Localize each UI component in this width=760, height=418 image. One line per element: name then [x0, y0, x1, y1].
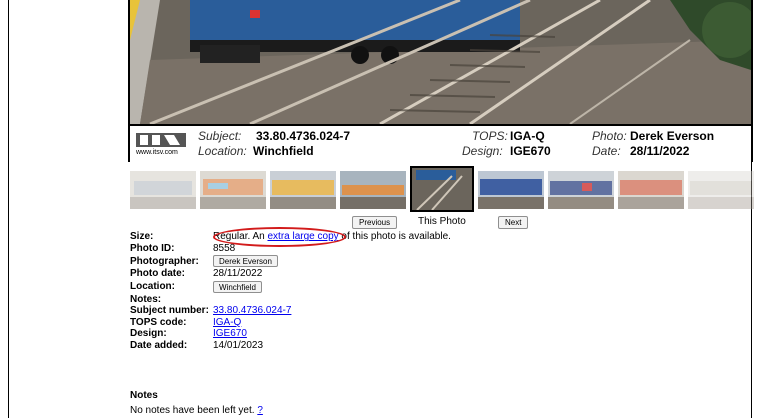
previous-button[interactable]: Previous: [352, 216, 398, 229]
design-row: Design: IGE670: [130, 328, 451, 340]
date-added-label: Date added:: [130, 339, 188, 351]
design-label: Design:: [130, 328, 167, 340]
location-button[interactable]: Winchfield: [213, 280, 262, 293]
this-photo-label: This Photo: [418, 216, 466, 227]
photo-id-label: Photo ID:: [130, 242, 175, 254]
notes-row: Notes:: [130, 294, 451, 306]
thumbnail[interactable]: [340, 171, 406, 209]
tops-code-row: TOPS code: IGA-Q: [130, 317, 451, 329]
notes-text: No notes have been left yet. ?: [130, 405, 263, 416]
size-text-post: of this photo is available.: [338, 231, 451, 243]
notes-value: [213, 294, 451, 306]
subject-number-link[interactable]: 33.80.4736.024-7: [213, 305, 291, 316]
location-value: Winchfield: [253, 144, 314, 158]
date-label: Date:: [592, 144, 621, 158]
itsv-logo[interactable]: www.itsv.com: [134, 131, 190, 159]
design-value: IGE670: [510, 144, 551, 158]
next-button[interactable]: Next: [498, 216, 529, 229]
notes-heading: Notes: [130, 390, 158, 401]
subject-value: 33.80.4736.024-7: [256, 129, 351, 143]
photo-date-value: 28/11/2022: [213, 268, 263, 280]
date-added-value: 14/01/2023: [213, 339, 264, 351]
tops-value: IGA-Q: [510, 129, 545, 143]
photo-date-row: Photo date: 28/11/2022: [130, 268, 451, 280]
photo-panel: www.itsv.com Subject: 33.80.4736.024-7 L…: [128, 0, 753, 162]
thumbnail[interactable]: [688, 171, 754, 209]
subject-number-label: Subject number:: [130, 305, 209, 317]
photographer-label: Photographer:: [130, 255, 199, 267]
photographer-button[interactable]: Derek Everson: [213, 255, 278, 267]
thumbnail[interactable]: [270, 171, 336, 209]
date-added-row: Date added: 14/01/2023: [130, 340, 451, 352]
logo-url: www.itsv.com: [136, 149, 178, 156]
photo-caption: www.itsv.com Subject: 33.80.4736.024-7 L…: [130, 124, 751, 162]
photographer-row: Photographer: Derek Everson: [130, 254, 451, 268]
thumbnail-current[interactable]: [410, 166, 474, 212]
size-label: Size:: [130, 231, 154, 243]
thumbnail[interactable]: [200, 171, 266, 209]
photo-date-label: Photo date:: [130, 268, 185, 280]
location-row: Location: Winchfield: [130, 280, 451, 294]
subject-label: Subject:: [198, 129, 242, 143]
photo-info-table: Size: Regular. An extra large copy of th…: [130, 231, 451, 351]
notes-message: No notes have been left yet.: [130, 405, 255, 416]
subject-number-row: Subject number: 33.80.4736.024-7: [130, 305, 451, 317]
thumbnail[interactable]: [618, 171, 684, 209]
notes-label: Notes:: [130, 293, 162, 305]
tops-code-link[interactable]: IGA-Q: [213, 317, 241, 328]
location-label: Location:: [130, 281, 175, 292]
highlight-circle: [213, 227, 346, 247]
thumbnail[interactable]: [548, 171, 614, 209]
thumbnail-strip: [130, 166, 754, 212]
date-value: 28/11/2022: [630, 144, 690, 158]
main-photo[interactable]: [130, 0, 751, 124]
notes-help-link[interactable]: ?: [257, 405, 263, 416]
location-label: Location:: [198, 144, 247, 158]
tops-code-label: TOPS code:: [130, 316, 187, 328]
tops-label: TOPS:: [472, 129, 508, 143]
photographer-value: Derek Everson: [630, 129, 715, 143]
thumbnail[interactable]: [130, 171, 196, 209]
design-link[interactable]: IGE670: [213, 328, 247, 339]
photographer-label: Photo:: [592, 129, 627, 143]
design-label: Design:: [462, 144, 503, 158]
thumbnail[interactable]: [478, 171, 544, 209]
